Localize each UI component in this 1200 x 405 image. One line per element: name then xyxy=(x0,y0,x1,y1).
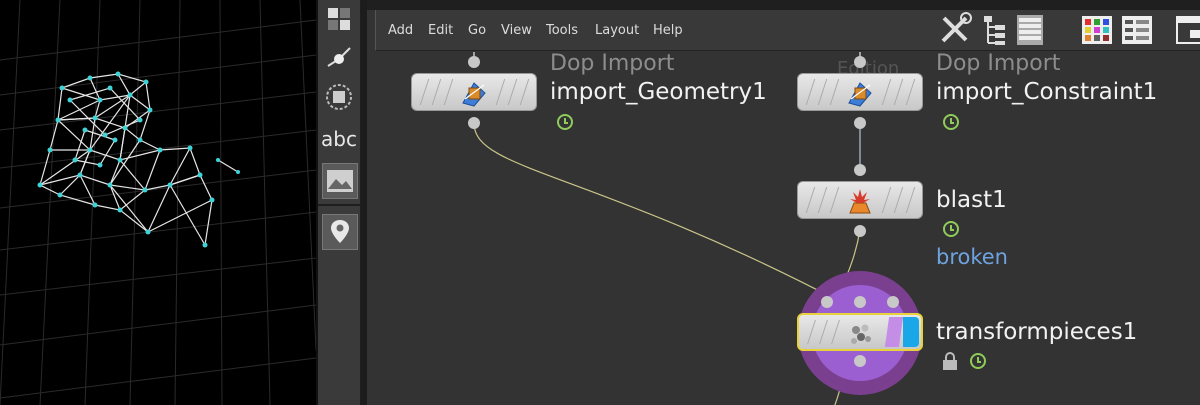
node-output-port[interactable] xyxy=(854,225,866,237)
parameters-icon[interactable] xyxy=(1122,16,1152,44)
menu-bar: Add Edit Go View Tools Layout Help xyxy=(375,10,1200,51)
node-output-port[interactable] xyxy=(854,117,866,129)
node-input-port[interactable] xyxy=(854,296,866,308)
clock-icon xyxy=(970,353,986,369)
viewport-grid xyxy=(0,0,316,405)
node-name-label[interactable]: transformpieces1 xyxy=(936,319,1137,345)
menu-layout[interactable]: Layout xyxy=(595,23,639,38)
pin-icon[interactable] xyxy=(322,214,358,250)
node-input-port[interactable] xyxy=(821,296,833,308)
node-import-geometry[interactable] xyxy=(411,73,537,111)
handle-icon[interactable] xyxy=(322,80,356,114)
node-import-constraint[interactable] xyxy=(797,73,923,111)
clock-icon xyxy=(943,114,959,130)
menu-edit[interactable]: Edit xyxy=(428,23,453,38)
toolstrip-separator xyxy=(318,204,360,206)
menu-help[interactable]: Help xyxy=(653,23,683,38)
node-input-port[interactable] xyxy=(887,296,899,308)
node-name-label[interactable]: blast1 xyxy=(936,187,1007,213)
menu-add[interactable]: Add xyxy=(388,23,413,38)
node-output-port[interactable] xyxy=(468,117,480,129)
transform-icon[interactable] xyxy=(322,42,356,76)
status-badge: broken xyxy=(936,245,1008,269)
wire-geometry-to-transformpieces xyxy=(473,122,838,301)
scene-viewport[interactable] xyxy=(0,0,316,405)
node-input-port[interactable] xyxy=(854,56,866,68)
color-palette-icon[interactable] xyxy=(1082,16,1112,44)
flag-purple[interactable] xyxy=(884,317,904,347)
menu-tools[interactable]: Tools xyxy=(546,23,578,38)
list-icon[interactable] xyxy=(1016,14,1044,46)
node-transformpieces[interactable] xyxy=(797,313,923,351)
node-name-label[interactable]: import_Geometry1 xyxy=(550,79,767,105)
clock-icon xyxy=(557,114,573,130)
wrench-icon[interactable] xyxy=(938,12,972,46)
window-icon[interactable] xyxy=(1176,16,1200,44)
clock-icon xyxy=(943,221,959,237)
dop-import-icon xyxy=(462,82,486,107)
image-icon[interactable] xyxy=(322,163,358,199)
lock-icon xyxy=(943,352,957,370)
node-input-port[interactable] xyxy=(468,56,480,68)
text-tool-icon[interactable]: abc xyxy=(321,122,357,156)
menu-go[interactable]: Go xyxy=(468,23,486,38)
tree-icon[interactable] xyxy=(982,14,1008,46)
select-icon[interactable] xyxy=(322,2,356,36)
viewport-toolstrip: abc xyxy=(318,0,361,405)
node-output-port[interactable] xyxy=(854,355,866,367)
blast-icon xyxy=(849,189,871,214)
node-blast[interactable] xyxy=(797,181,923,219)
display-flag[interactable] xyxy=(903,317,919,347)
dop-import-icon xyxy=(848,82,872,107)
menu-view[interactable]: View xyxy=(501,23,532,38)
node-type-label: Dop Import xyxy=(550,51,675,76)
transform-pieces-icon xyxy=(851,324,871,344)
node-type-label: Dop Import xyxy=(936,51,1061,76)
network-editor[interactable]: Add Edit Go View Tools Layout Help Dop I… xyxy=(367,0,1200,405)
node-name-label[interactable]: import_Constraint1 xyxy=(936,79,1157,105)
node-input-port[interactable] xyxy=(854,164,866,176)
